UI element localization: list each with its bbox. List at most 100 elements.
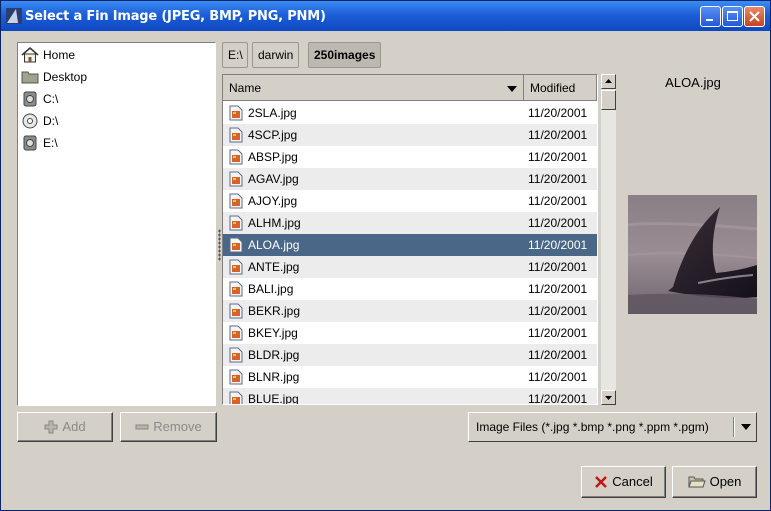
image-file-icon	[229, 391, 243, 404]
file-row[interactable]: AGAV.jpg 11/20/2001	[223, 168, 597, 190]
open-button-label: Open	[709, 474, 742, 489]
image-file-icon	[229, 303, 243, 319]
image-file-icon	[229, 215, 243, 231]
file-name: BKEY.jpg	[248, 326, 298, 340]
place-label: D:\	[43, 114, 59, 128]
column-header-label: Modified	[530, 81, 576, 95]
image-file-icon	[229, 193, 243, 209]
file-chooser-dialog: Select a Fin Image (JPEG, BMP, PNG, PNM)…	[0, 0, 771, 511]
arrow-down-icon	[605, 396, 612, 400]
file-name: BEKR.jpg	[248, 304, 301, 318]
fin-app-icon	[6, 8, 22, 24]
file-name: BLDR.jpg	[248, 348, 300, 362]
file-modified: 11/20/2001	[528, 128, 588, 142]
file-name: BLUE.jpg	[248, 392, 299, 405]
place-label: E:\	[43, 136, 58, 150]
file-name: AGAV.jpg	[248, 172, 299, 186]
remove-button-label: Remove	[153, 419, 202, 434]
place-drive-c[interactable]: C:\	[21, 89, 58, 109]
cancel-button-label: Cancel	[612, 474, 653, 489]
file-row[interactable]: ALOA.jpg 11/20/2001	[223, 234, 597, 256]
file-modified: 11/20/2001	[528, 304, 588, 318]
path-button-drive[interactable]: E:\	[222, 42, 248, 68]
add-button-label: Add	[62, 419, 86, 434]
place-drive-d[interactable]: D:\	[21, 111, 58, 131]
dropdown-arrow-icon	[741, 424, 751, 430]
file-modified: 11/20/2001	[528, 194, 588, 208]
file-row[interactable]: 4SCP.jpg 11/20/2001	[223, 124, 597, 146]
file-row[interactable]: BALI.jpg 11/20/2001	[223, 278, 597, 300]
column-header-label: Name	[229, 81, 262, 95]
cancel-button[interactable]: Cancel	[581, 466, 666, 498]
scroll-down-button[interactable]	[601, 390, 616, 405]
image-file-icon	[229, 281, 243, 297]
pane-resize-grip[interactable]	[218, 229, 221, 261]
file-modified: 11/20/2001	[528, 348, 588, 362]
sort-descending-icon	[507, 86, 517, 92]
open-button[interactable]: Open	[672, 466, 757, 498]
home-icon	[21, 47, 39, 63]
file-name: 2SLA.jpg	[248, 106, 297, 120]
path-button-darwin[interactable]: darwin	[252, 42, 300, 68]
file-row[interactable]: BLNR.jpg 11/20/2001	[223, 366, 597, 388]
remove-icon	[135, 424, 149, 430]
close-icon	[749, 11, 760, 22]
file-row[interactable]: 2SLA.jpg 11/20/2001	[223, 102, 597, 124]
file-modified: 11/20/2001	[528, 216, 588, 230]
file-row[interactable]: AJOY.jpg 11/20/2001	[223, 190, 597, 212]
place-drive-e[interactable]: E:\	[21, 133, 58, 153]
file-modified: 11/20/2001	[528, 282, 588, 296]
image-file-icon	[229, 369, 243, 385]
file-name: ALHM.jpg	[248, 216, 301, 230]
close-button[interactable]	[744, 6, 765, 27]
file-type-filter[interactable]: Image Files (*.jpg *.bmp *.png *.ppm *.p…	[468, 412, 757, 442]
arrow-up-icon	[605, 79, 612, 83]
file-name: BLNR.jpg	[248, 370, 300, 384]
file-row[interactable]: ALHM.jpg 11/20/2001	[223, 212, 597, 234]
file-modified: 11/20/2001	[528, 326, 588, 340]
maximize-button[interactable]	[722, 6, 743, 27]
file-row[interactable]: BLDR.jpg 11/20/2001	[223, 344, 597, 366]
file-list-scrollbar[interactable]	[601, 74, 616, 405]
file-modified: 11/20/2001	[528, 106, 588, 120]
minimize-icon	[706, 19, 713, 21]
place-home[interactable]: Home	[21, 45, 75, 65]
file-modified: 11/20/2001	[528, 238, 588, 252]
scroll-thumb[interactable]	[601, 90, 616, 110]
file-row[interactable]: BEKR.jpg 11/20/2001	[223, 300, 597, 322]
column-header-modified[interactable]: Modified	[524, 75, 597, 101]
place-label: Home	[43, 48, 76, 62]
path-button-250images[interactable]: 250images	[308, 42, 382, 68]
file-row[interactable]: ABSP.jpg 11/20/2001	[223, 146, 597, 168]
image-file-icon	[229, 149, 243, 165]
add-button[interactable]: Add	[17, 412, 113, 442]
remove-button[interactable]: Remove	[120, 412, 217, 442]
title-bar[interactable]: Select a Fin Image (JPEG, BMP, PNG, PNM)	[1, 1, 770, 31]
image-file-icon	[229, 259, 243, 275]
place-desktop[interactable]: Desktop	[21, 67, 87, 87]
places-panel: Home Desktop C:\ D:\ E:\	[17, 42, 216, 406]
place-label: Desktop	[43, 70, 88, 84]
image-file-icon	[229, 325, 243, 341]
drive-icon	[23, 91, 37, 107]
scroll-up-button[interactable]	[601, 74, 616, 89]
file-modified: 11/20/2001	[528, 370, 588, 384]
minimize-button[interactable]	[700, 6, 721, 27]
file-row[interactable]: ANTE.jpg 11/20/2001	[223, 256, 597, 278]
window-title: Select a Fin Image (JPEG, BMP, PNG, PNM)	[25, 9, 326, 24]
file-modified: 11/20/2001	[528, 150, 588, 164]
column-header-name[interactable]: Name	[223, 75, 524, 101]
open-folder-icon	[687, 476, 706, 488]
preview-filename: ALOA.jpg	[665, 75, 721, 90]
add-icon	[44, 420, 58, 434]
file-name: BALI.jpg	[248, 282, 294, 296]
image-file-icon	[229, 237, 243, 253]
image-file-icon	[229, 347, 243, 363]
image-file-icon	[229, 171, 243, 187]
file-name: ALOA.jpg	[248, 238, 300, 252]
maximize-icon	[727, 11, 738, 21]
cd-icon	[22, 113, 38, 129]
file-modified: 11/20/2001	[528, 392, 588, 405]
file-row[interactable]: BKEY.jpg 11/20/2001	[223, 322, 597, 344]
file-row[interactable]: BLUE.jpg 11/20/2001	[223, 388, 597, 405]
